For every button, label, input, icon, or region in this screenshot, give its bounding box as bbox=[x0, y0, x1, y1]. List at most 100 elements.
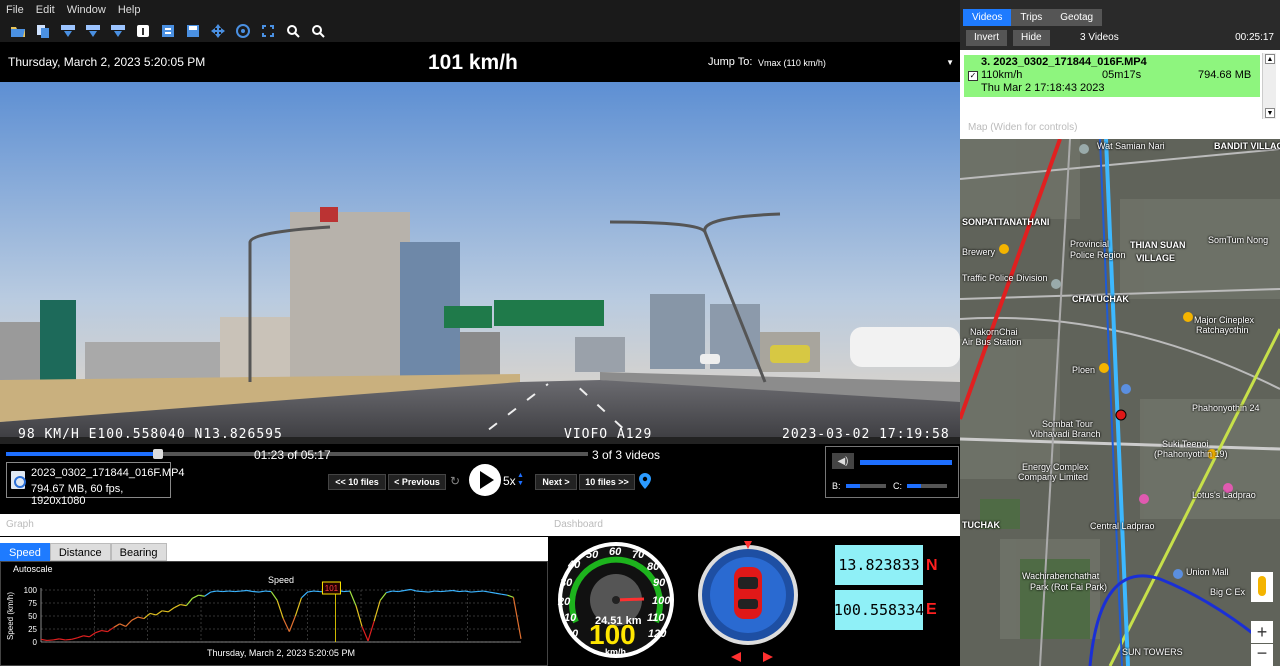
scroll-down-icon[interactable]: ▼ bbox=[1265, 108, 1275, 118]
video-total-count: 3 Videos bbox=[1080, 32, 1119, 43]
gauge-tick: 90 bbox=[653, 577, 666, 589]
tab-trips[interactable]: Trips bbox=[1011, 9, 1052, 26]
speed-line-segment bbox=[477, 590, 484, 593]
speed-line-segment bbox=[59, 638, 66, 641]
chevron-down-icon: ▼ bbox=[946, 58, 954, 67]
play-button[interactable] bbox=[469, 464, 501, 496]
zoom-out-icon[interactable] bbox=[308, 23, 327, 39]
file-info-box: 2023_0302_171844_016F.MP4 794.67 MB, 60 … bbox=[6, 462, 185, 507]
copy-files-icon[interactable] bbox=[33, 23, 52, 39]
gauge-tick: 70 bbox=[632, 549, 645, 561]
speed-line-segment bbox=[349, 590, 357, 606]
speed-line-segment bbox=[282, 618, 290, 632]
next-button[interactable]: Next > bbox=[535, 474, 577, 490]
data-export-icon[interactable] bbox=[83, 23, 102, 39]
speed-line-segment bbox=[210, 590, 217, 593]
map-label: Energy Complex bbox=[1022, 462, 1089, 472]
speed-unit: km/h bbox=[605, 647, 627, 657]
volume-panel: ◀) B: C: bbox=[825, 446, 959, 498]
location-pin-icon[interactable] bbox=[639, 473, 651, 489]
next-10-files-button[interactable]: 10 files >> bbox=[579, 474, 635, 490]
tab-geotag[interactable]: Geotag bbox=[1051, 9, 1103, 26]
circle-target-icon[interactable] bbox=[233, 23, 252, 39]
zoom-out-button[interactable]: − bbox=[1251, 644, 1273, 666]
speed-line-segment bbox=[470, 590, 478, 593]
speed-line-segment bbox=[83, 635, 90, 638]
video-edit-icon[interactable] bbox=[158, 23, 177, 39]
street-view-pegman-icon[interactable] bbox=[1251, 572, 1273, 602]
video-item-length: 05m17s bbox=[1102, 69, 1142, 81]
zoom-in-icon[interactable] bbox=[283, 23, 302, 39]
arrow-right-icon bbox=[763, 652, 773, 662]
map-label: CHATUCHAK bbox=[1072, 294, 1129, 304]
speed-line-segment bbox=[416, 590, 423, 593]
map-label: Union Mall bbox=[1186, 567, 1229, 577]
b-slider[interactable] bbox=[846, 484, 886, 488]
speed-line-segment bbox=[192, 594, 199, 599]
previous-button[interactable]: < Previous bbox=[388, 474, 446, 490]
speed-line-segment bbox=[40, 638, 48, 642]
speed-chart[interactable]: Autoscale 0 25 50 75 100 101 Speed Thursday, Ma… bbox=[0, 561, 548, 666]
tab-distance[interactable]: Distance bbox=[49, 543, 111, 561]
open-folder-icon[interactable] bbox=[8, 23, 27, 39]
tab-bearing[interactable]: Bearing bbox=[110, 543, 167, 561]
current-datetime: Thursday, March 2, 2023 5:20:05 PM bbox=[8, 55, 206, 69]
speed-line-segment bbox=[404, 588, 411, 592]
speed-line-segment bbox=[180, 603, 187, 607]
fit-icon[interactable] bbox=[258, 23, 277, 39]
speed-line-segment bbox=[512, 597, 522, 639]
menu-edit[interactable]: Edit bbox=[30, 0, 61, 20]
list-item[interactable]: ✓ 3. 2023_0302_171844_016F.MP4 110km/h 0… bbox=[964, 55, 1260, 97]
speed-line-segment bbox=[343, 590, 350, 593]
save-icon[interactable] bbox=[183, 23, 202, 39]
speed-line-segment bbox=[258, 590, 266, 593]
info-icon[interactable] bbox=[133, 23, 152, 39]
jump-to-value: Vmax (110 km/h) bbox=[758, 57, 826, 68]
tab-speed[interactable]: Speed bbox=[0, 543, 50, 561]
move-icon[interactable] bbox=[208, 23, 227, 39]
speaker-icon[interactable]: ◀) bbox=[832, 453, 854, 469]
video-item-size: 794.68 MB bbox=[1198, 69, 1252, 81]
menu-window[interactable]: Window bbox=[61, 0, 112, 20]
speed-line-segment bbox=[113, 623, 121, 628]
y-axis-label: Speed (km/h) bbox=[6, 592, 15, 640]
playback-speed: 5x bbox=[503, 474, 516, 488]
map-label: Company Limited bbox=[1018, 472, 1089, 482]
speed-line-segment bbox=[185, 597, 193, 606]
hide-button[interactable]: Hide bbox=[1013, 30, 1050, 46]
tab-videos[interactable]: Videos bbox=[963, 9, 1012, 26]
menu-file[interactable]: File bbox=[0, 0, 30, 20]
dashboard-header: Dashboard bbox=[548, 514, 960, 536]
latitude-display: 13.823833 bbox=[835, 545, 923, 585]
mov-export-icon[interactable] bbox=[108, 23, 127, 39]
speed-stepper-icon[interactable]: ▲ ▼ bbox=[517, 472, 524, 488]
jump-to-select[interactable]: Vmax (110 km/h) ▼ bbox=[758, 55, 954, 70]
invert-button[interactable]: Invert bbox=[966, 30, 1008, 46]
volume-slider[interactable] bbox=[860, 460, 952, 465]
info-bar: Thursday, March 2, 2023 5:20:05 PM 101 k… bbox=[0, 42, 960, 82]
east-label: E bbox=[926, 601, 937, 618]
map-label: Ploen bbox=[1072, 365, 1096, 375]
speed-line-segment bbox=[252, 590, 260, 593]
speed-line-segment bbox=[125, 619, 133, 627]
prev-10-files-button[interactable]: << 10 files bbox=[328, 474, 386, 490]
app-window: File Edit Window Help Thursday, March 2,… bbox=[0, 0, 1280, 666]
video-frame[interactable]: 98 KM/H E100.558040 N13.826595 VIOFO A12… bbox=[0, 82, 960, 444]
map-label: Sombat Tour bbox=[1042, 419, 1093, 429]
speed-line-segment bbox=[265, 590, 272, 593]
map-label: VILLAGE bbox=[1136, 253, 1176, 263]
menu-help[interactable]: Help bbox=[112, 0, 147, 20]
c-slider[interactable] bbox=[907, 484, 947, 488]
speed-line-segment bbox=[294, 597, 303, 617]
video-checkbox[interactable]: ✓ bbox=[968, 71, 978, 81]
scroll-up-icon[interactable]: ▲ bbox=[1265, 54, 1275, 64]
export-icon[interactable] bbox=[58, 23, 77, 39]
progress-knob[interactable] bbox=[153, 449, 164, 459]
satellite-map[interactable]: Wat Samian Nari BANDIT VILLAGE SONPATTAN… bbox=[960, 139, 1280, 666]
y-tick-label: 100 bbox=[24, 586, 38, 595]
zoom-in-button[interactable]: + bbox=[1251, 621, 1273, 643]
video-list-scrollbar[interactable]: ▲ ▼ bbox=[1262, 53, 1276, 119]
reload-icon[interactable]: ↻ bbox=[450, 474, 460, 488]
gauge-tick: 50 bbox=[586, 549, 599, 561]
y-tick-label: 25 bbox=[28, 625, 37, 634]
